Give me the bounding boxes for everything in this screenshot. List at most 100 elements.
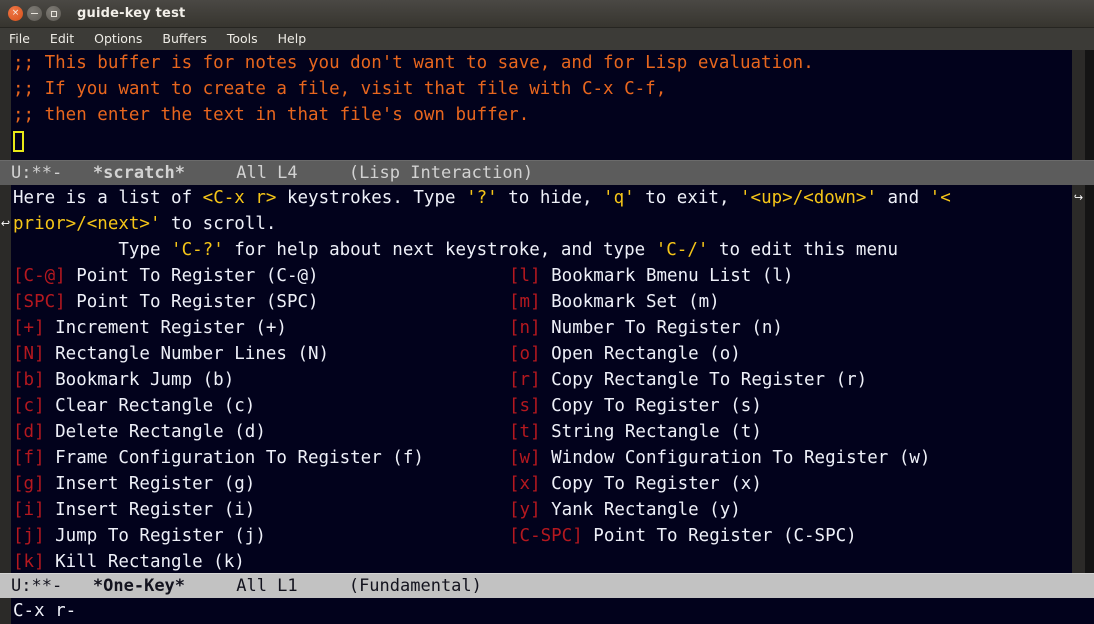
scratch-text-area[interactable]: ;; This buffer is for notes you don't wa…: [0, 50, 1094, 160]
binding-desc: Insert Register (g): [44, 474, 256, 494]
binding-left-11[interactable]: [k] Kill Rectangle (k): [13, 549, 509, 573]
window-title: guide-key test: [77, 6, 186, 21]
binding-desc: Bookmark Bmenu List (l): [540, 266, 794, 286]
binding-right-0[interactable]: [l] Bookmark Bmenu List (l): [509, 263, 1005, 289]
binding-desc: Copy To Register (s): [540, 396, 762, 416]
hdr-1-key: <C-x r>: [202, 188, 277, 208]
binding-right-5[interactable]: [s] Copy To Register (s): [509, 393, 1005, 419]
binding-key: [C-SPC]: [509, 526, 583, 546]
binding-row: [c] Clear Rectangle (c) [s] Copy To Regi…: [13, 393, 1072, 419]
binding-desc: Bookmark Jump (b): [44, 370, 235, 390]
scratch-scrollbar[interactable]: [1085, 50, 1094, 160]
binding-key: [t]: [509, 422, 541, 442]
binding-desc: Increment Register (+): [44, 318, 287, 338]
scratch-line-1: ;; This buffer is for notes you don't wa…: [13, 53, 814, 73]
onekey-modeline-flags: U:**-: [11, 576, 63, 596]
close-window-button[interactable]: ×: [8, 6, 23, 21]
minimize-window-button[interactable]: [27, 6, 42, 21]
binding-right-1[interactable]: [m] Bookmark Set (m): [509, 289, 1005, 315]
scratch-modeline-mode: (Lisp Interaction): [348, 163, 534, 183]
maximize-window-button[interactable]: [46, 6, 61, 21]
hdr-1-q4: '<: [929, 188, 951, 208]
binding-left-4[interactable]: [b] Bookmark Jump (b): [13, 367, 509, 393]
binding-desc: Insert Register (i): [44, 500, 256, 520]
binding-row: [g] Insert Register (g) [x] Copy To Regi…: [13, 471, 1072, 497]
menu-item-buffers[interactable]: Buffers: [162, 32, 206, 46]
binding-right-4[interactable]: [r] Copy Rectangle To Register (r): [509, 367, 1005, 393]
binding-left-0[interactable]: [C-@] Point To Register (C-@): [13, 263, 509, 289]
scratch-lines: ;; This buffer is for notes you don't wa…: [11, 50, 1072, 160]
binding-desc: Rectangle Number Lines (N): [44, 344, 330, 364]
onekey-header-line-2: prior>/<next>' to scroll.: [13, 211, 1072, 237]
binding-left-9[interactable]: [i] Insert Register (i): [13, 497, 509, 523]
binding-right-10[interactable]: [C-SPC] Point To Register (C-SPC): [509, 523, 1005, 549]
binding-desc: Point To Register (C-@): [65, 266, 319, 286]
hdr-1-q1: '?': [466, 188, 498, 208]
onekey-modeline-buffer: *One-Key*: [92, 576, 186, 596]
binding-left-7[interactable]: [f] Frame Configuration To Register (f): [13, 445, 509, 471]
hdr-1a: Here is a list of: [13, 188, 203, 208]
binding-desc: Frame Configuration To Register (f): [44, 448, 424, 468]
minimize-icon: [31, 12, 38, 15]
binding-key: [r]: [509, 370, 541, 390]
menu-item-options[interactable]: Options: [94, 32, 142, 46]
binding-right-9[interactable]: [y] Yank Rectangle (y): [509, 497, 1005, 523]
binding-left-1[interactable]: [SPC] Point To Register (SPC): [13, 289, 509, 315]
hdr-3-end: to edit this menu: [708, 240, 899, 260]
binding-left-3[interactable]: [N] Rectangle Number Lines (N): [13, 341, 509, 367]
hdr-1d: to exit,: [634, 188, 741, 208]
minibuffer-fringe: [0, 598, 11, 624]
scratch-modeline-flags: U:**-: [11, 163, 63, 183]
binding-key: [k]: [13, 552, 45, 572]
binding-key: [x]: [509, 474, 541, 494]
binding-right-11[interactable]: [509, 549, 1005, 573]
binding-left-10[interactable]: [j] Jump To Register (j): [13, 523, 509, 549]
binding-right-3[interactable]: [o] Open Rectangle (o): [509, 341, 1005, 367]
onekey-scrollbar[interactable]: [1085, 185, 1094, 573]
menu-item-tools[interactable]: Tools: [227, 32, 258, 46]
minibuffer[interactable]: C-x r-: [0, 598, 1094, 624]
hdr-1-q2: 'q': [603, 188, 635, 208]
binding-right-6[interactable]: [t] String Rectangle (t): [509, 419, 1005, 445]
binding-left-6[interactable]: [d] Delete Rectangle (d): [13, 419, 509, 445]
menu-item-file[interactable]: File: [9, 32, 30, 46]
menu-bar: File Edit Options Buffers Tools Help: [0, 28, 1094, 50]
onekey-modeline-mode: (Fundamental): [348, 576, 482, 596]
binding-left-2[interactable]: [+] Increment Register (+): [13, 315, 509, 341]
menu-item-edit[interactable]: Edit: [50, 32, 74, 46]
binding-desc: Open Rectangle (o): [540, 344, 741, 364]
onekey-text-area[interactable]: ↩ Here is a list of <C-x r> keystrokes. …: [0, 185, 1094, 573]
scratch-window: ;; This buffer is for notes you don't wa…: [0, 50, 1094, 185]
onekey-modeline[interactable]: U:**- *One-Key* All L1 (Fundamental): [0, 573, 1094, 598]
onekey-header-line-1: Here is a list of <C-x r> keystrokes. Ty…: [13, 185, 1072, 211]
scratch-line-4: [13, 128, 1072, 154]
binding-key: [g]: [13, 474, 45, 494]
onekey-lines: Here is a list of <C-x r> keystrokes. Ty…: [11, 185, 1072, 573]
binding-right-2[interactable]: [n] Number To Register (n): [509, 315, 1005, 341]
binding-left-5[interactable]: [c] Clear Rectangle (c): [13, 393, 509, 419]
binding-row: [k] Kill Rectangle (k): [13, 549, 1072, 573]
menu-item-help[interactable]: Help: [278, 32, 307, 46]
hdr-2-q: prior>/<next>': [13, 214, 161, 234]
binding-left-8[interactable]: [g] Insert Register (g): [13, 471, 509, 497]
binding-desc: Copy To Register (x): [540, 474, 762, 494]
binding-key: [n]: [509, 318, 541, 338]
binding-row: [i] Insert Register (i) [y] Yank Rectang…: [13, 497, 1072, 523]
scratch-modeline[interactable]: U:**- *scratch* All L4 (Lisp Interaction…: [0, 160, 1094, 185]
binding-row: [SPC] Point To Register (SPC) [m] Bookma…: [13, 289, 1072, 315]
binding-key: [i]: [13, 500, 45, 520]
hdr-3-q2: 'C-/': [655, 240, 709, 260]
binding-key: [c]: [13, 396, 45, 416]
binding-right-7[interactable]: [w] Window Configuration To Register (w): [509, 445, 1005, 471]
hdr-3-q1: 'C-?': [171, 240, 224, 260]
hdr-2-rest: to scroll.: [160, 214, 277, 234]
binding-row: [d] Delete Rectangle (d) [t] String Rect…: [13, 419, 1072, 445]
binding-right-8[interactable]: [x] Copy To Register (x): [509, 471, 1005, 497]
binding-key: [s]: [509, 396, 541, 416]
hdr-1-q3: '<up>/<down>': [740, 188, 877, 208]
binding-key: [+]: [13, 318, 45, 338]
onekey-modeline-position: All L1: [236, 576, 298, 596]
text-cursor: [13, 131, 24, 152]
onekey-right-fringe: ↪: [1072, 185, 1085, 573]
binding-desc: Point To Register (SPC): [65, 292, 319, 312]
